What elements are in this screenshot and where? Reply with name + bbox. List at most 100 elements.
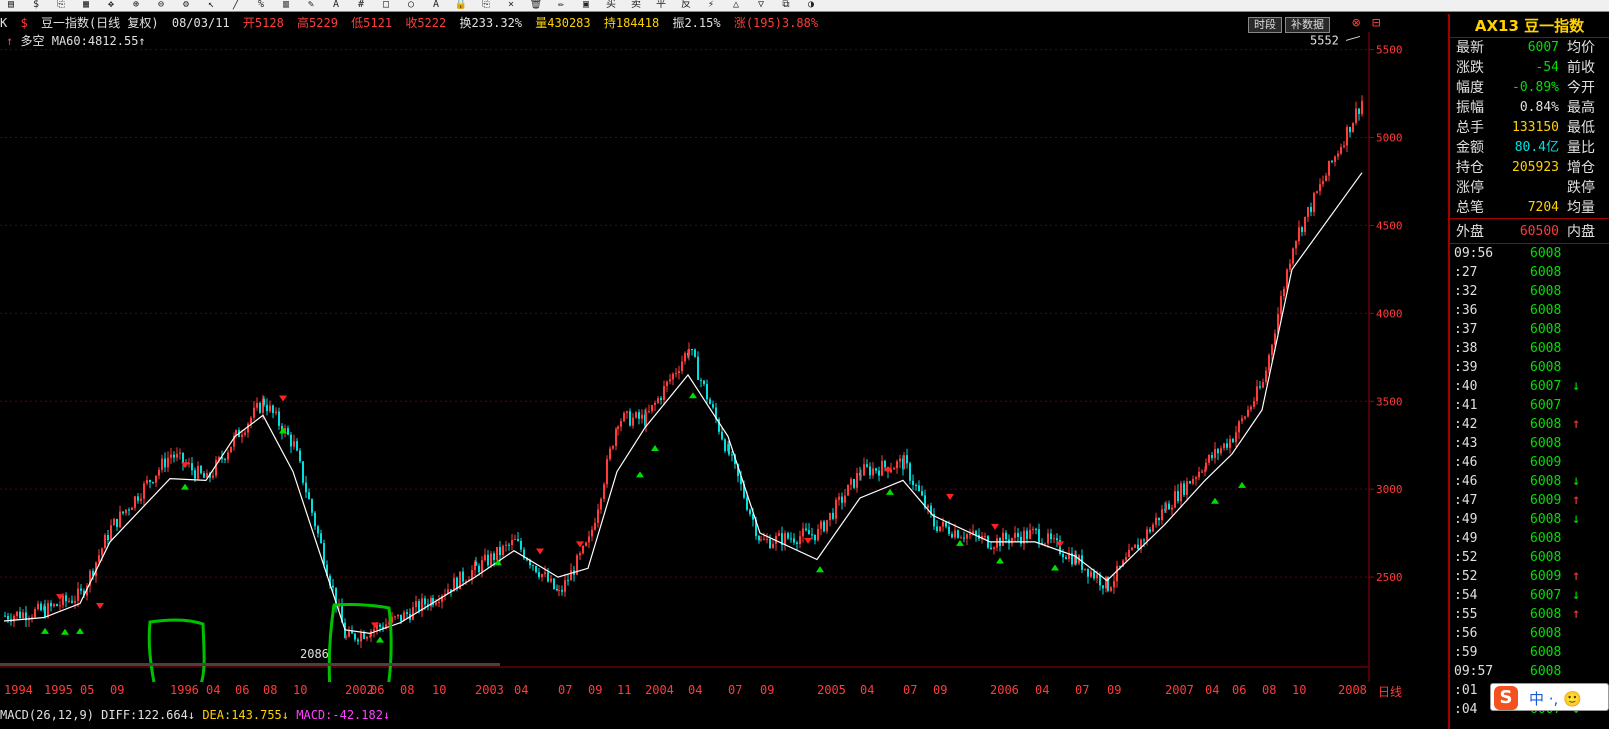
grid-draw-icon[interactable]: # — [354, 0, 368, 11]
candle-body — [1198, 471, 1200, 478]
candle-body — [1214, 448, 1216, 458]
up-icon[interactable]: △ — [729, 0, 743, 11]
tick-list[interactable]: 09:56 6008:27 6008:32 6008:36 6008:37 6008:38… — [1450, 244, 1609, 719]
gear-icon[interactable]: ⚙ — [179, 0, 193, 11]
candle-body — [1038, 529, 1040, 543]
candle-body — [606, 459, 608, 485]
tick-row: :54 6007 ↓ — [1450, 586, 1609, 605]
turnover-value: 换233.32% — [459, 16, 523, 30]
zoom-out-icon[interactable]: ⊖ — [154, 0, 168, 11]
candle-body — [1158, 517, 1160, 521]
file-icon[interactable]: ▤ — [4, 0, 18, 11]
grid-icon[interactable]: ▦ — [79, 0, 93, 11]
outer-inner-row: 外盘 60500 内盘 — [1450, 218, 1609, 244]
quote-label2: 前收 — [1567, 60, 1595, 76]
candle-body — [1349, 126, 1351, 133]
candle-body — [841, 496, 843, 503]
supplement-data-button[interactable]: 补数据 — [1285, 17, 1330, 33]
letter-a-icon[interactable]: A — [429, 0, 443, 11]
outer-value: 60500 — [1519, 224, 1559, 239]
candle-body — [275, 411, 277, 414]
menu-icon[interactable]: K — [0, 16, 7, 30]
reverse-icon[interactable]: 反 — [679, 0, 693, 11]
side-icon[interactable]: ⊟ — [1372, 15, 1380, 31]
text-icon[interactable]: A — [329, 0, 343, 11]
pen-icon[interactable]: ✎ — [304, 0, 318, 11]
candle-body — [969, 534, 971, 536]
candle-body — [556, 588, 558, 591]
candle-body — [553, 578, 555, 589]
tick-row: :46 6008 ↓ — [1450, 472, 1609, 491]
sell-icon[interactable]: 卖 — [629, 0, 643, 11]
buy-icon[interactable]: 买 — [604, 0, 618, 11]
cube-icon[interactable]: ▣ — [579, 0, 593, 11]
date-tick-label: 09 — [588, 683, 603, 697]
down-arrow-icon: ↓ — [1572, 511, 1581, 527]
candle-body — [146, 480, 148, 484]
copy-icon[interactable]: ⎘ — [54, 0, 68, 11]
tick-price: 6008 — [1530, 417, 1562, 432]
close-icon[interactable]: × — [504, 0, 518, 11]
candle-body — [1161, 509, 1163, 521]
candle-body — [182, 452, 184, 464]
candle-body — [481, 560, 483, 573]
lock-icon[interactable]: 🔒 — [454, 0, 468, 11]
candle-body — [1152, 524, 1154, 532]
candle-body — [1087, 568, 1089, 577]
buy-signal-marker — [76, 627, 84, 634]
trash-icon[interactable]: 🗑 — [529, 0, 543, 11]
candle-body — [1174, 491, 1176, 508]
brush-icon[interactable]: ✏ — [554, 0, 568, 11]
flat-icon[interactable]: 平 — [654, 0, 668, 11]
pointer-icon[interactable]: ↖ — [204, 0, 218, 11]
line-icon[interactable]: ╱ — [229, 0, 243, 11]
down-icon[interactable]: ▽ — [754, 0, 768, 11]
zoom-in-icon[interactable]: ⊕ — [129, 0, 143, 11]
candle-body — [496, 546, 498, 561]
candle-body — [632, 417, 634, 426]
candle-body — [230, 446, 232, 453]
quote-label2: 跌停 — [1567, 180, 1595, 196]
candle-body — [348, 630, 350, 637]
move-icon[interactable]: ✥ — [104, 0, 118, 11]
quote-label: 金额 — [1456, 140, 1484, 156]
quote-row: 金额 80.4亿 量比 — [1450, 138, 1609, 158]
cycle-icon[interactable]: ◑ — [804, 0, 818, 11]
candle-body — [161, 458, 163, 470]
price-chart[interactable]: 2500 3000 3500 4000 4500 5000 5500 5552 2086 — [0, 32, 1445, 682]
candle-body — [594, 522, 596, 530]
candle-body — [128, 509, 130, 511]
candle-body — [188, 463, 190, 465]
candle-body — [487, 554, 489, 566]
ime-toolbar[interactable]: S 中 ·, 🙂 — [1490, 683, 1609, 711]
quote-panel: AX13 豆一指数 最新 6007 均价 涨跌 -54 前收 幅度 -0.89% 今开 振幅 0.8… — [1448, 14, 1609, 729]
candle-body — [638, 412, 640, 419]
tick-time: :36 — [1454, 303, 1478, 318]
rect-icon[interactable]: □ — [379, 0, 393, 11]
copy2-icon[interactable]: ⎘ — [479, 0, 493, 11]
ruler-icon[interactable]: ▥ — [279, 0, 293, 11]
candle-body — [101, 548, 103, 556]
candle-body — [502, 545, 504, 555]
time-period-button[interactable]: 时段 — [1248, 17, 1282, 33]
window-icon[interactable]: ⧉ — [779, 0, 793, 11]
ellipse-icon[interactable]: ○ — [404, 0, 418, 11]
chart-icon[interactable]: ⚡ — [704, 0, 718, 11]
candle-body — [332, 585, 334, 588]
candle-body — [1014, 532, 1016, 539]
candle-body — [179, 452, 181, 454]
sogou-icon[interactable]: S — [1494, 686, 1518, 710]
date-tick-label: 04 — [860, 683, 875, 697]
percent-icon[interactable]: % — [254, 0, 268, 11]
candle-body — [678, 371, 680, 374]
candle-body — [478, 565, 480, 573]
candle-body — [1256, 386, 1258, 402]
candle-body — [1131, 547, 1133, 550]
ime-mode[interactable]: 中 ·, 🙂 — [1529, 688, 1582, 709]
quote-label2: 均价 — [1567, 40, 1595, 56]
candle-body — [98, 555, 100, 563]
candle-body — [1020, 536, 1022, 544]
dollar-icon[interactable]: $ — [29, 0, 43, 11]
candle-body — [615, 428, 617, 447]
settings-icon[interactable]: ⊗ — [1352, 15, 1360, 31]
